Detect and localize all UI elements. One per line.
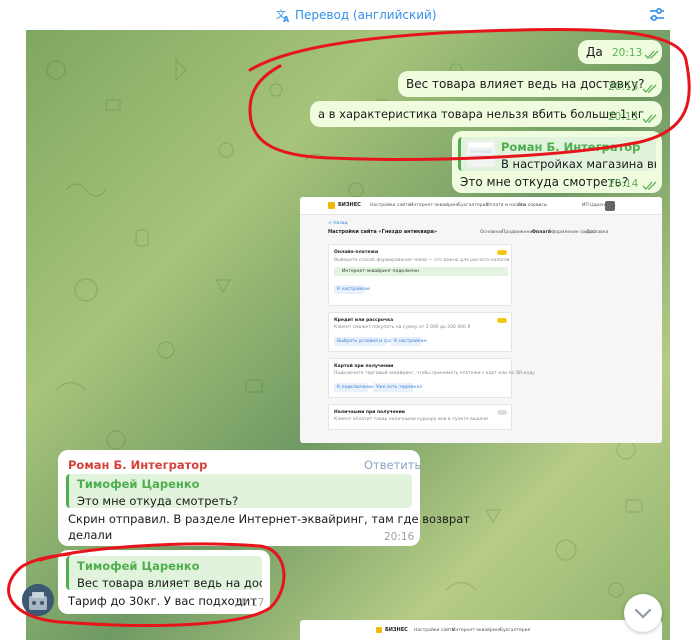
screenshot-nav-item: Настройки сайта <box>370 203 411 208</box>
brand-logo <box>328 202 335 209</box>
outgoing-message[interactable]: Да 20:13 <box>578 40 662 64</box>
screenshot-image-message-partial[interactable]: БИЗНЕС Настройки сайта Интернет-эквайрин… <box>300 620 662 640</box>
quote-author: Тимофей Царенко <box>77 559 200 573</box>
scroll-down-button[interactable] <box>624 594 662 632</box>
card-desc: Подключите торговый эквайринг, чтобы при… <box>334 371 535 376</box>
translate-icon: 文 A <box>276 8 290 23</box>
quote-text: Вес товара влияет ведь на доста... <box>77 576 262 590</box>
card-desc: Выберите способ формирования чеков — это… <box>334 258 510 263</box>
screenshot-image-message[interactable]: БИЗНЕС Настройки сайта Интернет-эквайрин… <box>300 197 662 443</box>
message-time: 20:13 <box>612 47 643 59</box>
toggle-off <box>497 410 507 415</box>
screenshot-header: БИЗНЕС Настройки сайта Интернет-эквайрин… <box>300 197 662 215</box>
avatar[interactable] <box>22 584 54 616</box>
card-button: Уже есть терминал <box>373 383 422 392</box>
screenshot-card-online: Онлайн-платежи Выберите способ формирова… <box>328 244 512 306</box>
message-text: делали <box>68 528 113 542</box>
translate-label: Перевод (английский) <box>295 8 437 22</box>
message-time: 20:13 <box>608 111 639 123</box>
screenshot-back: < Назад <box>328 221 348 226</box>
screenshot-nav-item: Все сервисы <box>518 203 548 208</box>
card-button: К настройкам <box>334 285 370 294</box>
message-text: Да <box>586 45 603 59</box>
status-ok-text: Интернет-эквайринг подключен <box>342 269 420 274</box>
sliders-icon[interactable] <box>648 6 666 24</box>
quote-thumbnail <box>467 141 495 167</box>
message-text: Это мне откуда смотреть? <box>460 175 629 189</box>
card-desc: Клиент оплатит товар наличными курьеру и… <box>334 417 488 422</box>
message-time: 20:17 <box>234 597 265 609</box>
message-text: а в характеристика товара нельзя вбить б… <box>318 107 644 121</box>
quote-text: В настройках магазина вк... <box>501 157 656 171</box>
translate-button[interactable]: 文 A Перевод (английский) <box>276 5 437 25</box>
outgoing-message[interactable]: а в характеристика товара нельзя вбить б… <box>310 101 662 127</box>
incoming-message-with-quote[interactable]: Роман Б. Интегратор Ответить Тимофей Цар… <box>58 450 470 546</box>
chevron-down-icon <box>635 609 651 619</box>
screenshot-brand: БИЗНЕС <box>385 627 408 633</box>
quote-author: Роман Б. Интегратор <box>501 140 641 154</box>
message-time: 20:16 <box>384 531 415 543</box>
read-checkmarks-icon <box>642 181 657 190</box>
screenshot-brand: БИЗНЕС <box>338 202 361 208</box>
card-title: Наличными при получении <box>334 410 405 415</box>
toggle-on <box>497 318 507 323</box>
quote-text: Это мне откуда смотреть? <box>77 494 239 508</box>
screenshot-tab: Продвижение <box>502 230 536 235</box>
screenshot-nav-item: Интернет-эквайринг <box>410 203 460 208</box>
card-button: К настройкам <box>391 337 427 346</box>
message-time: 20:14 <box>608 178 639 190</box>
card-title: Кредит или рассрочка <box>334 318 394 323</box>
quote-author: Тимофей Царенко <box>77 477 200 491</box>
screenshot-nav-item: Бухгалтерия <box>458 203 489 208</box>
svg-text:A: A <box>283 15 290 23</box>
screenshot-tab: Доставка <box>586 230 609 235</box>
message-time: 20:13 <box>608 81 639 93</box>
card-desc: Клиент сможет покупать на сумму от 3 000… <box>334 325 471 330</box>
screenshot-nav-item: Настройки сайта <box>414 628 455 633</box>
screenshot-page-title: Настройки сайта «Гнездо антиквара» <box>328 229 438 235</box>
screenshot-card-card-payment: Картой при получении Подключите торговый… <box>328 358 535 398</box>
sender-name[interactable]: Роман Б. Интегратор <box>68 458 207 472</box>
read-checkmarks-icon <box>642 114 657 123</box>
incoming-message-with-quote[interactable]: Тимофей Царенко Вес товара влияет ведь н… <box>58 550 270 614</box>
quoted-message[interactable]: Роман Б. Интегратор В настройках магазин… <box>458 137 656 171</box>
message-text: Скрин отправил. В разделе Интернет-эквай… <box>68 512 470 526</box>
screenshot-tab: Основное <box>480 230 503 235</box>
message-text: Тариф до 30кг. У вас подходит <box>68 594 257 608</box>
screenshot-card-credit: Кредит или рассрочка Клиент сможет покуп… <box>328 312 512 352</box>
screenshot-card-cash: Наличными при получении Клиент оплатит т… <box>328 404 512 430</box>
chat-window: 文 A Перевод (английский) Да 20:13 Вес то… <box>0 0 700 640</box>
quoted-message[interactable]: Тимофей Царенко Это мне откуда смотреть? <box>66 474 412 508</box>
outgoing-message[interactable]: Вес товара влияет ведь на доставку? 20:1… <box>398 71 662 97</box>
screenshot-nav-item: Интернет-эквайринг <box>452 628 502 633</box>
chat-topbar: 文 A Перевод (английский) <box>0 0 700 30</box>
card-title: Онлайн-платежи <box>334 250 379 255</box>
quoted-message[interactable]: Тимофей Царенко Вес товара влияет ведь н… <box>66 556 262 590</box>
screenshot-nav-item: Бухгалтерия <box>500 628 531 633</box>
outgoing-message-with-quote[interactable]: Роман Б. Интегратор В настройках магазин… <box>452 131 662 193</box>
read-checkmarks-icon <box>642 84 657 93</box>
card-button: К подключению <box>334 383 375 392</box>
toggle-on <box>497 250 507 255</box>
card-title: Картой при получении <box>334 364 394 369</box>
reply-button[interactable]: Ответить <box>364 458 421 472</box>
brand-logo <box>376 627 382 633</box>
read-checkmarks-icon <box>644 50 659 59</box>
status-ok-box: Интернет-эквайринг подключен <box>334 267 508 276</box>
card-button: Выбрать условия и сроки <box>334 337 397 346</box>
screenshot-avatar <box>605 201 615 211</box>
